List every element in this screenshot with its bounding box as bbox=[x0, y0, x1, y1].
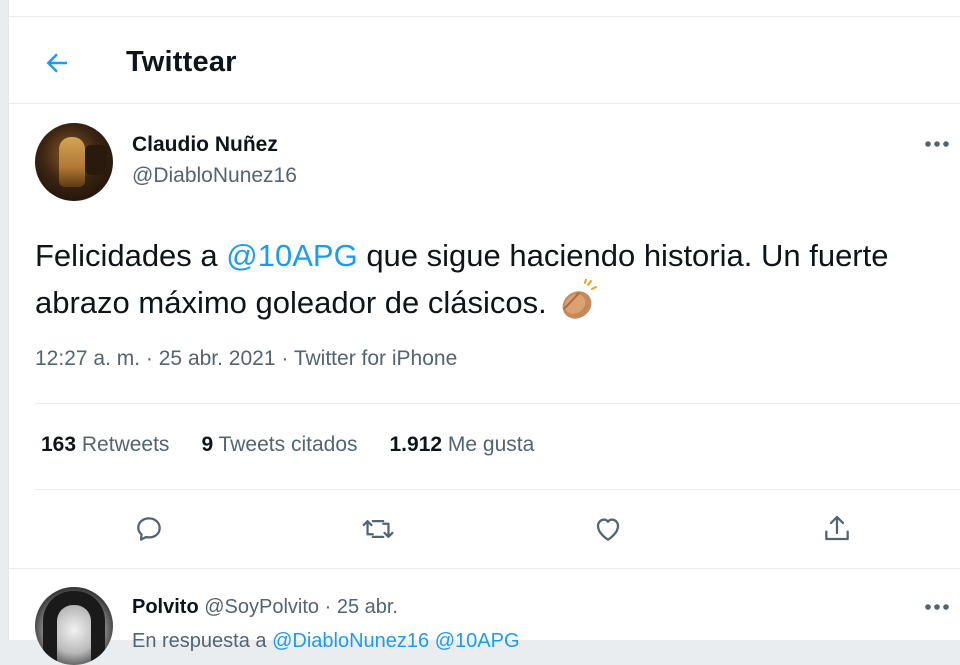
more-options-button[interactable] bbox=[917, 132, 957, 156]
top-strip bbox=[9, 0, 960, 17]
author-name[interactable]: Claudio Nuñez bbox=[132, 133, 278, 157]
quotes-count: 9 bbox=[201, 433, 214, 456]
like-icon bbox=[596, 518, 620, 541]
quotes-label: Tweets citados bbox=[218, 433, 358, 456]
reply-more-options-button[interactable] bbox=[917, 595, 957, 619]
tweet-date[interactable]: 25 abr. 2021 bbox=[159, 347, 276, 370]
reply-context-mention[interactable]: @DiabloNunez16 bbox=[272, 630, 429, 652]
reply-date[interactable]: 25 abr. bbox=[337, 596, 398, 618]
likes-count: 1.912 bbox=[389, 433, 443, 456]
tweet-meta: 12:27 a. m. · 25 abr. 2021 · Twitter for… bbox=[35, 347, 457, 371]
reply-context: En respuesta a @DiabloNunez16 @10APG bbox=[132, 630, 520, 653]
reply-context-prefix: En respuesta a bbox=[132, 630, 267, 652]
likes-label: Me gusta bbox=[447, 433, 535, 456]
reply-button[interactable] bbox=[129, 509, 169, 549]
author-avatar[interactable] bbox=[35, 123, 113, 201]
reply-header: Polvito @SoyPolvito · 25 abr. bbox=[132, 596, 398, 619]
retweets-count: 163 bbox=[41, 433, 77, 456]
tweet-client[interactable]: Twitter for iPhone bbox=[294, 347, 457, 370]
reply-avatar[interactable] bbox=[35, 587, 113, 665]
reply-context-mention[interactable]: @10APG bbox=[435, 630, 520, 652]
divider bbox=[35, 489, 960, 490]
reply-sep: · bbox=[324, 596, 332, 618]
clapping-hands-icon bbox=[555, 277, 599, 323]
mention-link[interactable]: @10APG bbox=[226, 238, 357, 273]
arrow-left-icon bbox=[46, 53, 67, 73]
tweet-stats: 163 Retweets 9 Tweets citados 1.912 Me g… bbox=[41, 433, 534, 457]
divider bbox=[35, 403, 960, 404]
reply-author-handle[interactable]: @SoyPolvito bbox=[204, 596, 319, 618]
more-dots-icon bbox=[925, 604, 949, 610]
share-button[interactable] bbox=[817, 509, 857, 549]
like-button[interactable] bbox=[588, 509, 628, 549]
retweet-button[interactable] bbox=[358, 509, 398, 549]
likes-stat[interactable]: 1.912 Me gusta bbox=[390, 433, 535, 457]
retweet-icon bbox=[362, 520, 394, 538]
meta-sep: · bbox=[145, 347, 153, 370]
author-handle[interactable]: @DiabloNunez16 bbox=[132, 164, 297, 188]
tweet-page: Twittear Claudio Nuñez @DiabloNunez16 Fe… bbox=[8, 0, 960, 665]
tweet-actions bbox=[9, 505, 960, 551]
reply-icon bbox=[137, 517, 161, 541]
share-icon bbox=[825, 515, 849, 541]
retweets-label: Retweets bbox=[81, 433, 170, 456]
reply-author-name[interactable]: Polvito bbox=[132, 596, 199, 618]
tweet-time[interactable]: 12:27 a. m. bbox=[35, 347, 140, 370]
tweet-text: Felicidades a @10APG que sigue haciendo … bbox=[35, 232, 955, 327]
more-dots-icon bbox=[925, 141, 949, 147]
quotes-stat[interactable]: 9 Tweets citados bbox=[201, 433, 357, 457]
page-title: Twittear bbox=[126, 46, 237, 78]
retweets-stat[interactable]: 163 Retweets bbox=[41, 433, 169, 457]
tweet-text-start: Felicidades a bbox=[35, 238, 227, 273]
back-button[interactable] bbox=[37, 43, 77, 83]
page-header: Twittear bbox=[9, 17, 960, 104]
meta-sep: · bbox=[281, 347, 289, 370]
reply-tweet[interactable]: Polvito @SoyPolvito · 25 abr. En respues… bbox=[9, 568, 960, 665]
